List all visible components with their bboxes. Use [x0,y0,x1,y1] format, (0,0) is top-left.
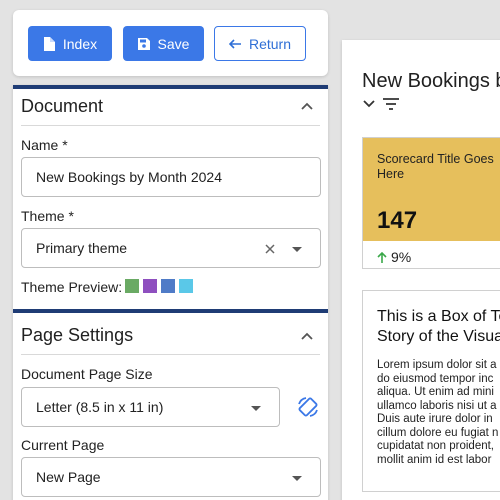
return-button[interactable]: Return [214,26,306,61]
floppy-disk-icon [137,37,150,50]
scorecard-delta-value: 9% [391,249,412,265]
divider [21,125,320,126]
return-button-label: Return [248,35,292,52]
document-icon [43,36,55,51]
save-button[interactable]: Save [123,26,204,61]
theme-color-swatch [143,279,157,293]
scorecard-header: Scorecard Title Goes Here 147 [363,138,500,241]
chevron-up-icon[interactable] [300,331,314,341]
scorecard-delta: 9% [377,249,411,265]
document-section-title: Document [21,96,104,116]
chevron-down-icon[interactable] [363,100,375,108]
chevron-up-icon[interactable] [300,101,314,111]
page-settings-title: Page Settings [21,325,134,345]
text-box[interactable]: This is a Box of Te Story of the Visua L… [362,290,500,492]
scorecard[interactable]: Scorecard Title Goes Here 147 9% [362,137,500,269]
theme-color-swatch [125,279,139,293]
filter-icon[interactable] [383,98,399,110]
preview-title: New Bookings b [362,70,500,92]
settings-panel: Document Name * New Bookings by Month 20… [13,85,328,500]
page-size-label: Document Page Size [21,366,153,382]
name-label: Name * [21,137,68,153]
current-page-select[interactable]: New Page [21,457,321,497]
name-input[interactable]: New Bookings by Month 2024 [21,157,321,197]
section-bar [13,85,328,89]
arrow-left-icon [228,38,241,49]
report-preview: New Bookings b Scorecard Title Goes Here… [342,40,500,500]
rotate-orientation-icon[interactable] [296,395,320,419]
page-size-value: Letter (8.5 in x 11 in) [36,399,164,415]
text-box-heading: This is a Box of Te Story of the Visua [377,308,500,345]
name-input-value: New Bookings by Month 2024 [36,169,222,185]
arrow-up-icon [377,251,387,263]
scorecard-value: 147 [377,207,418,234]
theme-color-swatch [179,279,193,293]
dropdown-arrow-icon[interactable] [292,247,302,252]
scorecard-title: Scorecard Title Goes Here [377,152,494,181]
dropdown-arrow-icon[interactable] [292,476,302,481]
index-button-label: Index [62,35,98,52]
theme-select[interactable]: Primary theme [21,228,321,268]
page-size-select[interactable]: Letter (8.5 in x 11 in) [21,387,280,427]
theme-label: Theme * [21,208,74,224]
divider [21,354,320,355]
clear-icon[interactable] [265,244,275,254]
theme-color-swatch [161,279,175,293]
current-page-label: Current Page [21,437,105,453]
text-box-body: Lorem ipsum dolor sit a do eiusmod tempo… [377,359,499,466]
index-button[interactable]: Index [28,26,112,61]
save-button-label: Save [157,35,190,52]
theme-select-value: Primary theme [36,240,128,256]
dropdown-arrow-icon[interactable] [251,406,261,411]
theme-preview-label: Theme Preview: [21,279,123,295]
section-bar [13,309,328,313]
toolbar: Index Save Return [13,10,328,76]
current-page-value: New Page [36,469,101,485]
